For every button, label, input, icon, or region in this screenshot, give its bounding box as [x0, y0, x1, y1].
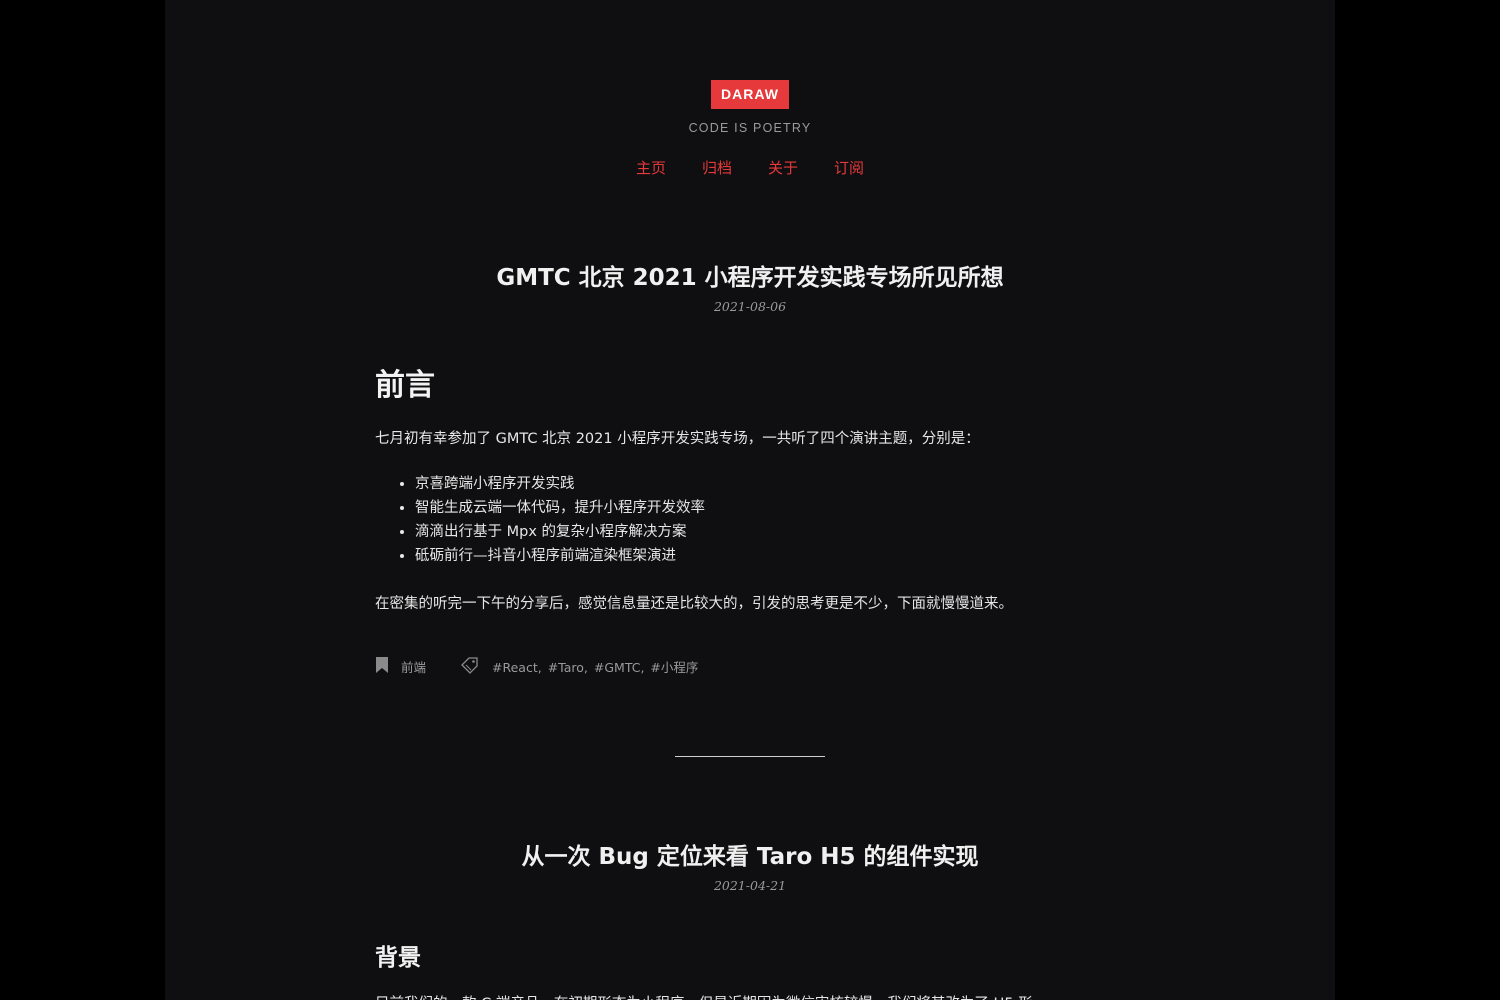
list-item: 智能生成云端一体代码，提升小程序开发效率 [415, 496, 705, 520]
site-tagline: CODE IS POETRY [688, 121, 812, 135]
post-date: 2021-04-21 [713, 878, 787, 893]
bookmark-icon [375, 656, 389, 677]
talk-list: 京喜跨端小程序开发实践 智能生成云端一体代码，提升小程序开发效率 滴滴出行基于 … [375, 472, 705, 568]
main-nav: 主页 归档 关于 订阅 [165, 157, 1335, 178]
nav-item-archive[interactable]: 归档 [702, 157, 732, 178]
post-tags: #React, #Taro, #GMTC, #小程序 [492, 660, 699, 675]
nav-item-home[interactable]: 主页 [636, 157, 666, 178]
post-category-link[interactable]: 前端 [401, 657, 426, 676]
list-item: 京喜跨端小程序开发实践 [415, 472, 705, 496]
post-title[interactable]: 从一次 Bug 定位来看 Taro H5 的组件实现 [165, 837, 1335, 871]
post-section-heading: 前言 [375, 368, 435, 403]
tag-icon [460, 656, 480, 677]
post-section-heading: 背景 [375, 945, 421, 971]
post-intro-paragraph: 七月初有幸参加了 GMTC 北京 2021 小程序开发实践专场，一共听了四个演讲… [375, 431, 980, 447]
post-date: 2021-08-06 [713, 299, 787, 314]
list-item: 滴滴出行基于 Mpx 的复杂小程序解决方案 [415, 520, 705, 544]
tag-link[interactable]: #Taro [548, 660, 584, 675]
tag-link[interactable]: #React [492, 660, 538, 675]
nav-item-subscribe[interactable]: 订阅 [834, 157, 864, 178]
post-title[interactable]: GMTC 北京 2021 小程序开发实践专场所见所想 [165, 258, 1335, 292]
post-divider [675, 756, 825, 757]
post-meta: 前端 #React, #Taro, #GMTC, #小程序 [375, 656, 698, 677]
post-outro-paragraph: 在密集的听完一下午的分享后，感觉信息量还是比较大的，引发的思考更是不少，下面就慢… [375, 596, 1013, 612]
page-container: DARAW CODE IS POETRY 主页 归档 关于 订阅 GMTC 北京… [165, 0, 1335, 1000]
post-first-paragraph: 目前我们的一款 C 端产品，在初期形态为小程序，但是近期因为微信审核较慢，我们将… [375, 992, 1033, 1000]
site-logo[interactable]: DARAW [711, 80, 789, 109]
list-item: 砥砺前行—抖音小程序前端渲染框架演进 [415, 544, 705, 568]
tag-link[interactable]: #小程序 [650, 660, 698, 675]
tag-link[interactable]: #GMTC [594, 660, 641, 675]
nav-item-about[interactable]: 关于 [768, 157, 798, 178]
